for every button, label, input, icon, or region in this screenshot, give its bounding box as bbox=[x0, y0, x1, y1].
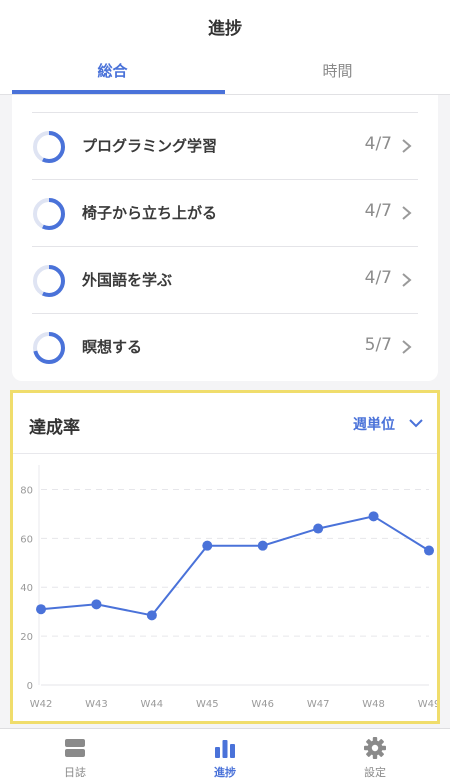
habit-name: 外国語を学ぶ bbox=[82, 271, 173, 289]
chevron-right-icon bbox=[402, 340, 412, 354]
chevron-right-icon bbox=[402, 273, 412, 287]
chart-title: 達成率 bbox=[29, 418, 80, 438]
period-label: 週単位 bbox=[353, 417, 395, 433]
habit-list-card: プログラミング学習 4/7 椅子から立ち上がる 4/7 外国語を学ぶ 4/7 瞑… bbox=[12, 95, 438, 381]
habit-row[interactable]: 外国語を学ぶ 4/7 bbox=[32, 246, 418, 314]
habit-count: 4/7 bbox=[364, 201, 392, 221]
progress-ring-icon bbox=[33, 265, 65, 297]
data-point bbox=[313, 523, 324, 534]
habit-count: 4/7 bbox=[364, 134, 392, 154]
habit-row[interactable]: 椅子から立ち上がる 4/7 bbox=[32, 179, 418, 247]
tab-overall[interactable]: 総合 bbox=[0, 60, 225, 81]
journal-icon bbox=[65, 739, 85, 757]
chart-divider bbox=[13, 453, 437, 454]
x-tick-label: W47 bbox=[307, 699, 330, 710]
progress-ring-icon bbox=[33, 198, 65, 230]
tabbar-label: 日誌 bbox=[64, 766, 86, 779]
x-tick-label: W48 bbox=[362, 699, 385, 710]
data-point bbox=[202, 540, 213, 551]
y-tick-label: 40 bbox=[20, 583, 33, 594]
chevron-right-icon bbox=[402, 206, 412, 220]
data-point bbox=[146, 610, 157, 621]
habit-name: プログラミング学習 bbox=[82, 137, 218, 155]
x-tick-label: W49 bbox=[418, 699, 437, 710]
habit-name: 瞑想する bbox=[82, 338, 143, 356]
progress-ring-icon bbox=[33, 332, 65, 364]
page-title: 進捗 bbox=[208, 19, 242, 39]
habit-name: 椅子から立ち上がる bbox=[82, 204, 218, 222]
tabbar-item-progress[interactable]: 進捗 bbox=[150, 729, 300, 781]
habit-count: 4/7 bbox=[364, 268, 392, 288]
bar-chart-icon bbox=[215, 740, 235, 758]
y-tick-label: 60 bbox=[20, 534, 33, 545]
y-tick-label: 0 bbox=[27, 681, 33, 692]
data-point bbox=[91, 599, 102, 610]
gear-icon bbox=[364, 737, 386, 759]
header: 進捗 総合 時間 bbox=[0, 0, 450, 95]
tabbar-item-journal[interactable]: 日誌 bbox=[0, 729, 150, 781]
data-point bbox=[36, 604, 46, 615]
tabbar-label: 設定 bbox=[364, 766, 386, 779]
y-tick-label: 20 bbox=[20, 632, 33, 643]
progress-ring-icon bbox=[33, 131, 65, 163]
y-tick-label: 80 bbox=[20, 485, 33, 496]
habit-count: 5/7 bbox=[364, 335, 392, 355]
x-tick-label: W43 bbox=[85, 699, 108, 710]
data-point bbox=[368, 511, 379, 522]
chevron-right-icon bbox=[402, 139, 412, 153]
period-dropdown[interactable]: 週単位 bbox=[343, 414, 423, 434]
x-tick-label: W46 bbox=[251, 699, 274, 710]
bottom-tab-bar: 日誌 進捗 設定 bbox=[0, 728, 450, 781]
habit-row[interactable]: プログラミング学習 4/7 bbox=[32, 112, 418, 180]
x-tick-label: W42 bbox=[30, 699, 53, 710]
data-point bbox=[424, 545, 434, 556]
achievement-rate-card: 達成率 週単位 0 20 40 60 80 W42 W43 W44 W45 W46 W47 W48 W4… bbox=[10, 390, 440, 724]
tabbar-item-settings[interactable]: 設定 bbox=[300, 729, 450, 781]
tab-time[interactable]: 時間 bbox=[225, 60, 450, 81]
x-tick-label: W44 bbox=[141, 699, 164, 710]
x-tick-label: W45 bbox=[196, 699, 219, 710]
data-point bbox=[257, 540, 268, 551]
chevron-down-icon bbox=[409, 419, 423, 428]
habit-row[interactable]: 瞑想する 5/7 bbox=[32, 313, 418, 381]
line-chart: 0 20 40 60 80 W42 W43 W44 W45 W46 W47 W48 W49 bbox=[20, 465, 437, 710]
tabbar-label: 進捗 bbox=[214, 766, 236, 779]
